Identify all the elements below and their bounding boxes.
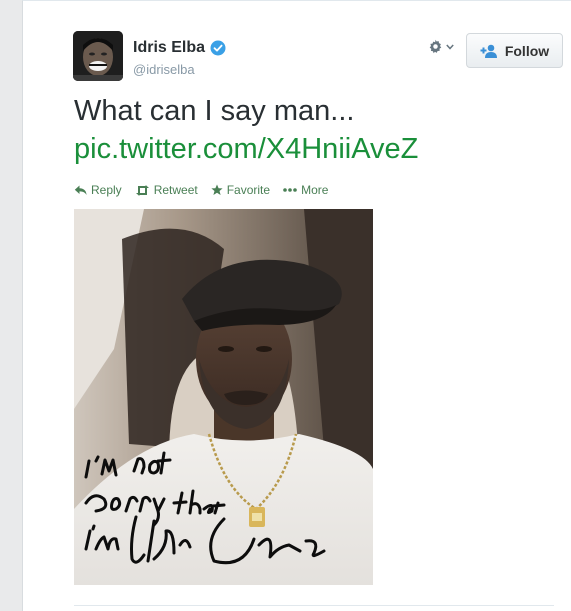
- tweet-body: What can I say man...: [74, 95, 355, 127]
- retweet-icon: [135, 184, 149, 196]
- gear-icon: [429, 39, 442, 54]
- favorite-star-icon: [211, 184, 223, 195]
- more-dots-icon: [283, 188, 297, 192]
- selfie-image: [74, 209, 373, 585]
- favorite-label: Favorite: [226, 183, 271, 197]
- tweet-divider: [74, 605, 554, 606]
- tweet-text: What can I say man... pic.twitter.com/X4…: [74, 92, 554, 168]
- author-handle[interactable]: @idriselba: [133, 62, 195, 77]
- reply-icon: [74, 185, 87, 195]
- tweet-options-button[interactable]: [428, 39, 454, 54]
- tweet-actions: Reply Retweet Favorite More: [74, 183, 328, 197]
- author-name-row: Idris Elba: [133, 39, 226, 57]
- author-name[interactable]: Idris Elba: [133, 39, 205, 57]
- retweet-button[interactable]: Retweet: [135, 183, 198, 197]
- favorite-button[interactable]: Favorite: [211, 183, 270, 197]
- retweet-label: Retweet: [153, 183, 198, 197]
- reply-button[interactable]: Reply: [74, 183, 122, 197]
- more-button[interactable]: More: [283, 183, 328, 197]
- reply-label: Reply: [91, 183, 122, 197]
- chevron-down-icon: [446, 43, 454, 50]
- add-user-icon: [480, 44, 497, 58]
- more-label: More: [301, 183, 329, 197]
- avatar[interactable]: [73, 31, 123, 81]
- tweet-media-link[interactable]: pic.twitter.com/X4HniiAveZ: [74, 130, 554, 168]
- verified-badge-icon: [210, 40, 226, 56]
- follow-label: Follow: [504, 42, 550, 59]
- follow-button[interactable]: Follow: [466, 33, 563, 68]
- tweet-photo[interactable]: [74, 209, 373, 585]
- tweet-card: Idris Elba @idriselba Follow What can I …: [22, 0, 571, 611]
